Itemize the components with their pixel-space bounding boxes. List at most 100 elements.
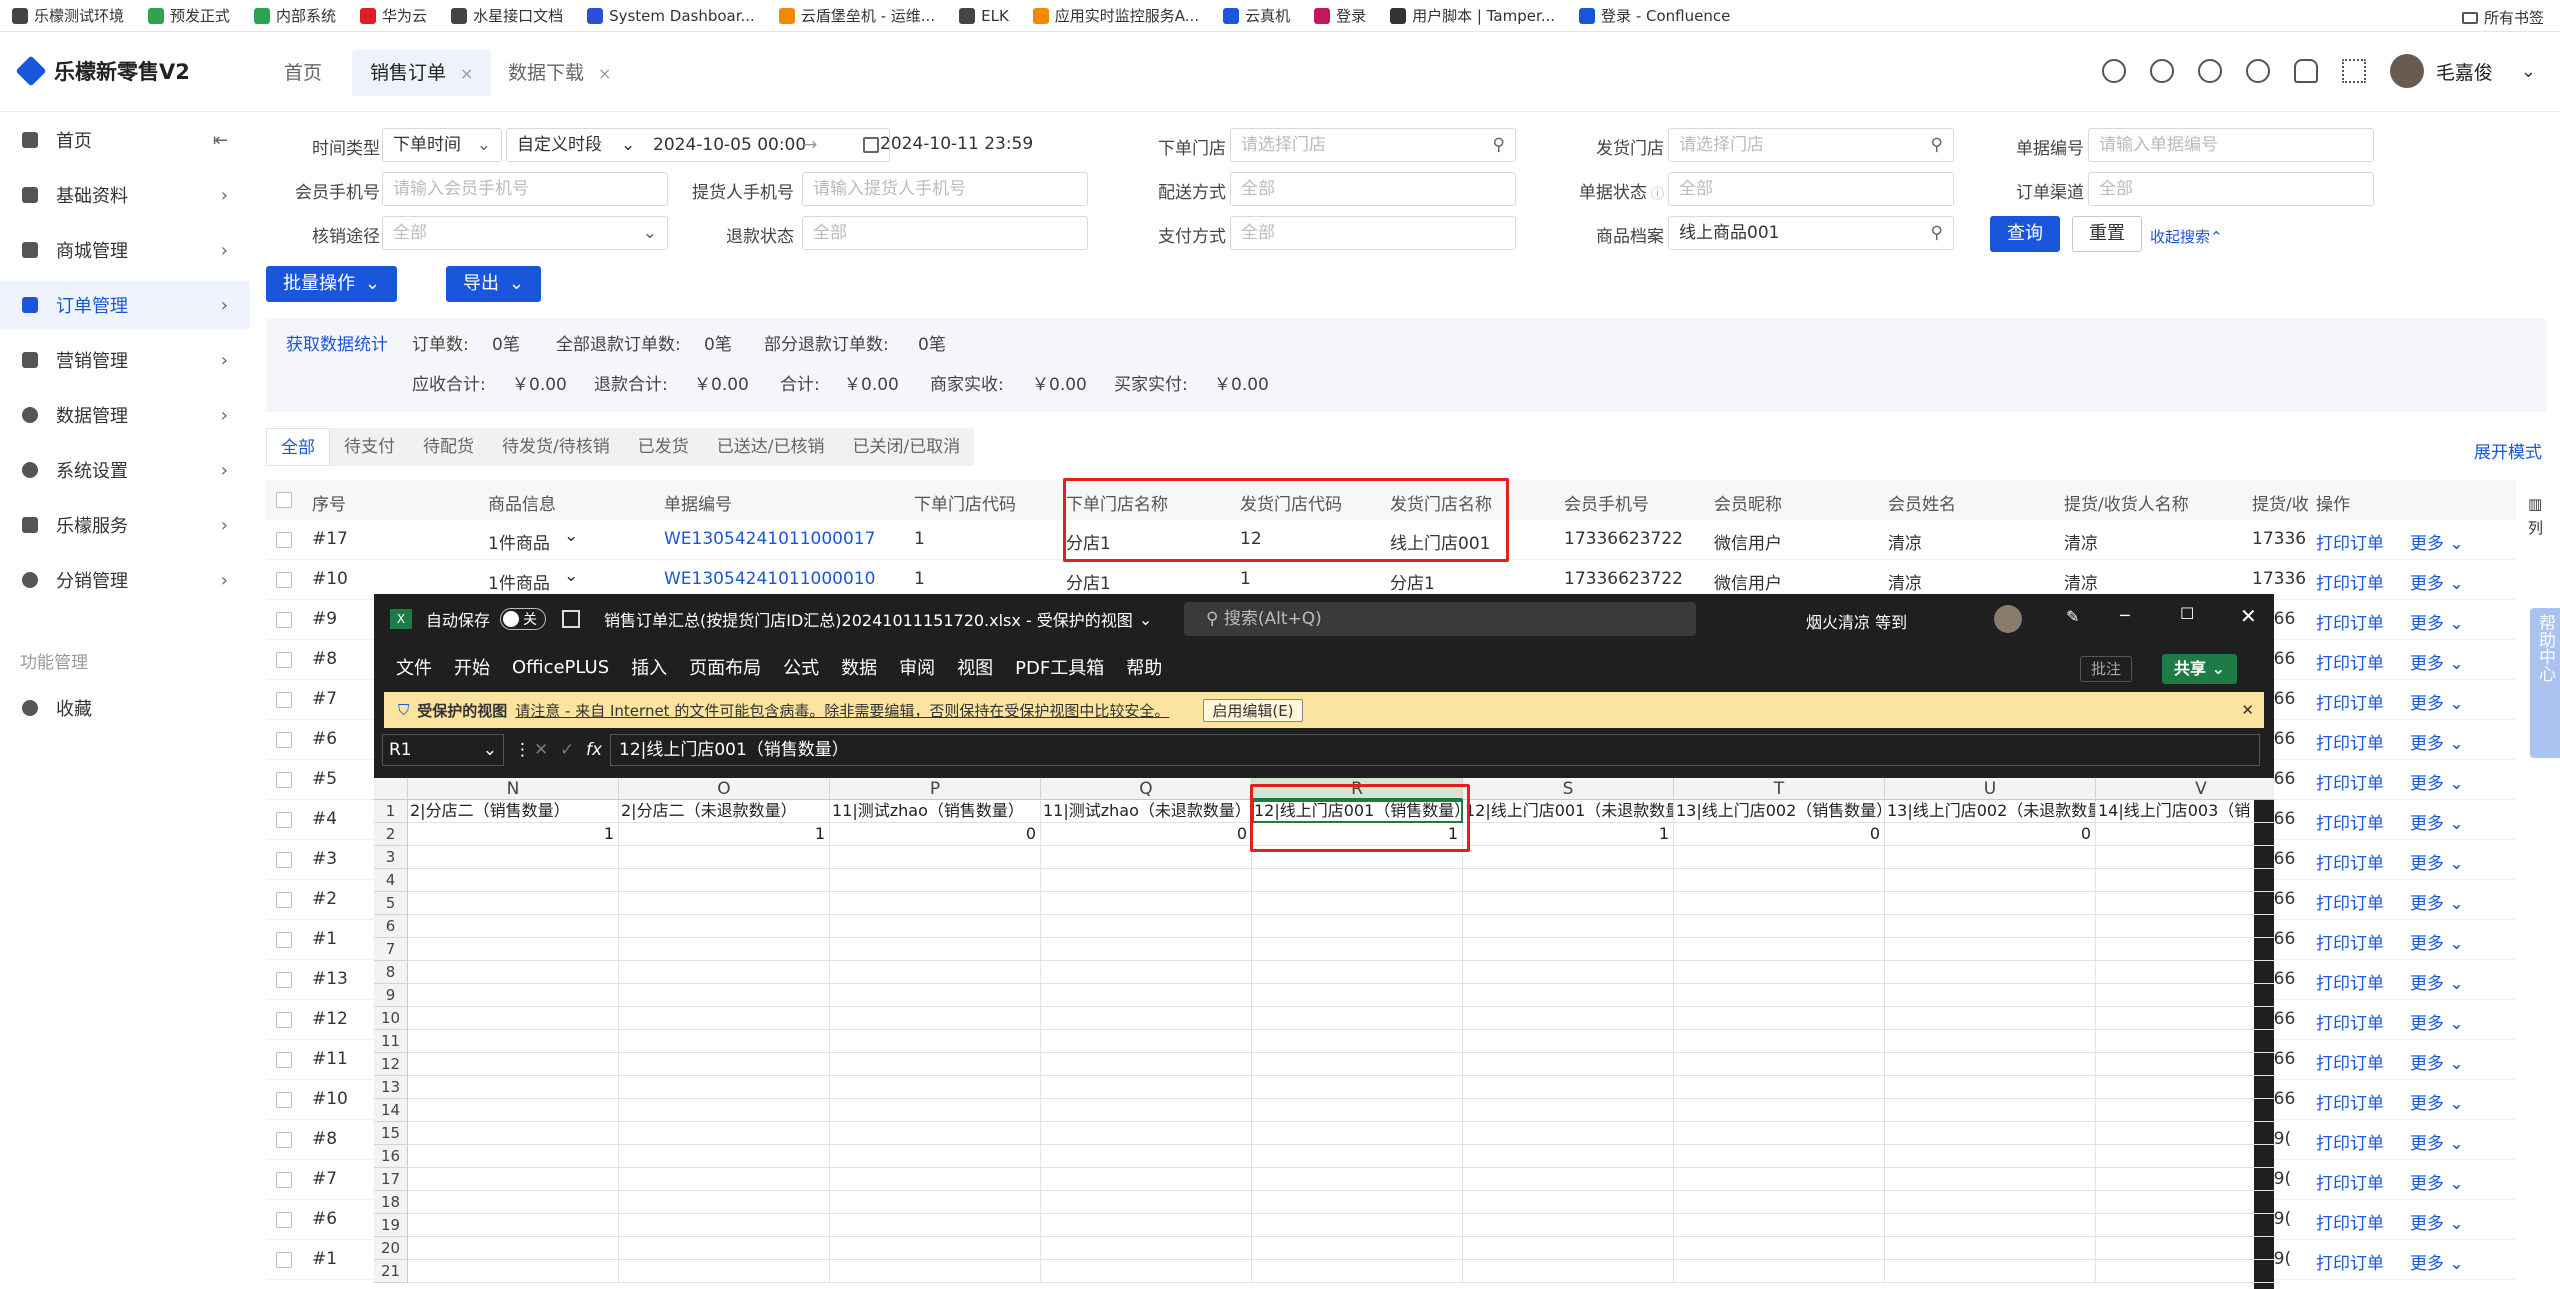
ribbon-tab[interactable]: 视图 <box>957 654 993 680</box>
sheet-cell[interactable] <box>1252 938 1463 961</box>
more-link[interactable]: 更多 ⌄ <box>2410 1089 2464 1114</box>
sheet-cell[interactable]: 1 <box>619 823 830 846</box>
sheet-cell[interactable]: 1 <box>1463 823 1674 846</box>
column-header[interactable]: T <box>1674 778 1885 800</box>
sheet-cell[interactable] <box>1041 892 1252 915</box>
sheet-cell[interactable] <box>2096 1191 2274 1214</box>
sheet-cell[interactable] <box>1041 846 1252 869</box>
sheet-cell[interactable] <box>1674 984 1885 1007</box>
sidebar-item-settings[interactable]: 系统设置 › <box>0 446 250 494</box>
sheet-cell[interactable] <box>2096 846 2274 869</box>
row-header[interactable]: 16 <box>374 1145 408 1168</box>
status-tab[interactable]: 已发货 <box>624 428 703 466</box>
row-checkbox[interactable] <box>276 772 292 788</box>
sheet-cell[interactable] <box>619 1007 830 1030</box>
sheet-cell[interactable] <box>619 961 830 984</box>
ribbon-tab[interactable]: 数据 <box>841 654 877 680</box>
sheet-cell[interactable] <box>2096 892 2274 915</box>
date-to[interactable]: 2024-10-11 23:59 <box>870 128 1036 162</box>
sheet-cell[interactable] <box>408 1145 619 1168</box>
row-checkbox[interactable] <box>276 1092 292 1108</box>
collapse-search-link[interactable]: 收起搜索⌃ <box>2150 226 2223 247</box>
sheet-cell[interactable] <box>830 846 1041 869</box>
print-order-link[interactable]: 打印订单 <box>2316 889 2384 914</box>
sheet-cell[interactable] <box>830 915 1041 938</box>
sheet-cell[interactable] <box>1252 1145 1463 1168</box>
sheet-cell[interactable] <box>830 1053 1041 1076</box>
sheet-cell[interactable] <box>1252 1030 1463 1053</box>
sheet-cell[interactable] <box>830 1076 1041 1099</box>
more-link[interactable]: 更多 ⌄ <box>2410 1009 2464 1034</box>
sheet-cell[interactable] <box>1463 1168 1674 1191</box>
sheet-cell[interactable] <box>1674 1260 1885 1283</box>
name-box[interactable]: R1 ⌄ <box>382 734 504 766</box>
formula-input[interactable]: 12|线上门店001（销售数量） <box>610 734 2260 766</box>
row-checkbox[interactable] <box>276 852 292 868</box>
print-order-link[interactable]: 打印订单 <box>2316 729 2384 754</box>
sheet-cell[interactable] <box>2096 1168 2274 1191</box>
sheet-cell[interactable] <box>1252 961 1463 984</box>
column-header[interactable]: N <box>408 778 619 800</box>
sheet-cell[interactable] <box>1463 1191 1674 1214</box>
sidebar-item-basic[interactable]: 基础资料 › <box>0 171 250 219</box>
writeoff-select[interactable]: 全部 ⌄ <box>382 216 668 250</box>
sheet-cell[interactable] <box>830 1099 1041 1122</box>
sheet-cell[interactable] <box>619 846 830 869</box>
print-order-link[interactable]: 打印订单 <box>2316 1169 2384 1194</box>
cell-bill[interactable]: WE13054241011000010 <box>664 569 875 589</box>
print-order-link[interactable]: 打印订单 <box>2316 529 2384 554</box>
sheet-cell[interactable] <box>1674 1007 1885 1030</box>
sheet-cell[interactable] <box>1463 915 1674 938</box>
column-header[interactable]: V <box>2096 778 2274 800</box>
sheet-cell[interactable] <box>1041 1122 1252 1145</box>
sheet-cell[interactable] <box>1885 1168 2096 1191</box>
sheet-cell[interactable] <box>1885 961 2096 984</box>
sheet-cell[interactable] <box>1885 1076 2096 1099</box>
tab-home[interactable]: 首页 <box>266 50 340 96</box>
sheet-cell[interactable] <box>619 1168 830 1191</box>
sheet-cell[interactable] <box>2096 1076 2274 1099</box>
sheet-cell[interactable] <box>2096 1053 2274 1076</box>
cell-goods[interactable]: 1件商品 <box>488 529 550 554</box>
sheet-cell[interactable] <box>408 1007 619 1030</box>
sheet-cell[interactable] <box>2096 1099 2274 1122</box>
sidebar-item-data[interactable]: 数据管理 › <box>0 391 250 439</box>
sheet-cell[interactable]: 0 <box>1041 823 1252 846</box>
date-range-picker[interactable]: 自定义时段 ⌄ 2024-10-05 00:00 → <box>506 128 890 162</box>
sidebar-item-distribution[interactable]: 分销管理 › <box>0 556 250 604</box>
export-button[interactable]: 导出 ⌄ <box>446 266 542 302</box>
app-logo[interactable]: 乐檬新零售V2 <box>15 55 190 87</box>
chevron-down-icon[interactable]: ⌄ <box>1139 610 1152 629</box>
more-link[interactable]: 更多 ⌄ <box>2410 649 2464 674</box>
user-name[interactable]: 毛嘉俊 <box>2436 58 2493 85</box>
sheet-cell[interactable] <box>1674 1214 1885 1237</box>
row-checkbox[interactable] <box>276 1132 292 1148</box>
ribbon-tab[interactable]: PDF工具箱 <box>1015 654 1104 680</box>
row-checkbox[interactable] <box>276 1012 292 1028</box>
row-header[interactable]: 13 <box>374 1076 408 1099</box>
ribbon-tab[interactable]: 公式 <box>783 654 819 680</box>
close-icon[interactable]: × <box>460 64 473 83</box>
save-icon[interactable] <box>562 610 581 628</box>
sheet-cell[interactable] <box>619 1122 830 1145</box>
date-from[interactable]: 2024-10-05 00:00 <box>653 129 806 161</box>
sheet-cell[interactable] <box>1463 1099 1674 1122</box>
bill-state-select[interactable]: 全部 <box>1668 172 1954 206</box>
sheet-cell[interactable]: 0 <box>830 823 1041 846</box>
sheet-cell[interactable] <box>1885 1122 2096 1145</box>
sheet-cell[interactable] <box>408 1214 619 1237</box>
sheet-cell[interactable] <box>1252 915 1463 938</box>
chevron-down-icon[interactable]: ⌄ <box>2521 61 2536 82</box>
row-checkbox[interactable] <box>276 732 292 748</box>
print-order-link[interactable]: 打印订单 <box>2316 689 2384 714</box>
print-order-link[interactable]: 打印订单 <box>2316 1249 2384 1274</box>
more-link[interactable]: 更多 ⌄ <box>2410 1209 2464 1234</box>
sheet-cell[interactable] <box>619 1260 830 1283</box>
more-link[interactable]: 更多 ⌄ <box>2410 729 2464 754</box>
print-order-link[interactable]: 打印订单 <box>2316 1209 2384 1234</box>
sidebar-item-home[interactable]: 首页 ⇤ <box>0 116 250 164</box>
bookmark-item[interactable]: 预发正式 <box>148 5 230 26</box>
sheet-cell[interactable] <box>1252 892 1463 915</box>
avatar[interactable] <box>2389 54 2424 88</box>
print-order-link[interactable]: 打印订单 <box>2316 849 2384 874</box>
